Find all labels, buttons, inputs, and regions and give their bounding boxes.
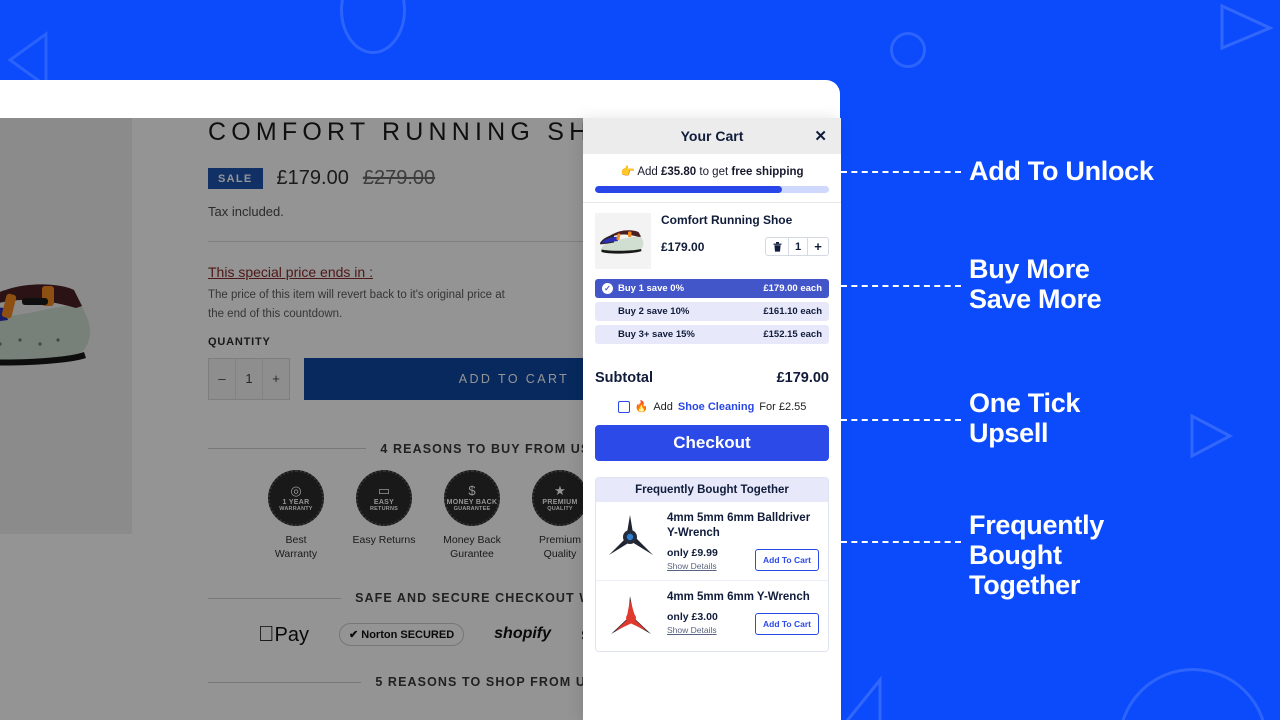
- annotation-line: Bought: [969, 540, 1062, 571]
- check-icon: ✓: [602, 283, 613, 294]
- cart-quantity-plus-button[interactable]: +: [808, 238, 828, 255]
- tier-label: Buy 2 save 10%: [618, 306, 690, 317]
- shipping-amount: £35.80: [661, 166, 697, 178]
- decor-triangle-middle-right: [1190, 413, 1234, 459]
- promo-banner-stage: COMFORT RUNNING SHOE SALE £179.00 £279.0…: [0, 0, 1280, 720]
- fbt-item-thumbnail[interactable]: [603, 590, 659, 642]
- cart-item-thumbnail[interactable]: [595, 213, 651, 269]
- annotation-frequently-bought-together: Frequently Bought Together: [969, 510, 1104, 601]
- annotation-connector-4: [841, 541, 961, 543]
- balldriver-wrench-icon: [609, 515, 653, 555]
- free-shipping-bar: 👉 Add £35.80 to get free shipping: [583, 154, 841, 202]
- annotation-line: Frequently: [969, 510, 1105, 540]
- fbt-add-to-cart-button[interactable]: Add To Cart: [754, 548, 819, 571]
- tier-each-price: £179.00 each: [763, 283, 822, 294]
- fbt-item: 4mm 5mm 6mm Y-Wrench only £3.00 Show Det…: [596, 579, 828, 651]
- tier-row[interactable]: ✓ Buy 1 save 0% £179.00 each: [595, 279, 829, 298]
- upsell-prefix: Add: [653, 400, 673, 413]
- fbt-item-title: 4mm 5mm 6mm Y-Wrench: [667, 590, 810, 603]
- fbt-item-price: only £9.99: [667, 546, 718, 559]
- tier-label: Buy 3+ save 15%: [618, 329, 695, 340]
- annotation-line: Upsell: [969, 418, 1049, 449]
- cart-quantity-stepper[interactable]: 1 +: [765, 237, 829, 256]
- shipping-progress-track: [595, 186, 829, 193]
- tier-each-price: £161.10 each: [763, 306, 822, 317]
- volume-discount-tiers: ✓ Buy 1 save 0% £179.00 each Buy 2 save …: [583, 275, 841, 344]
- fbt-item: 4mm 5mm 6mm Balldriver Y-Wrench only £9.…: [596, 502, 828, 580]
- trash-icon-svg: [773, 241, 781, 252]
- annotation-line: One Tick: [969, 388, 1081, 418]
- free-shipping-text: 👉 Add £35.80 to get free shipping: [595, 164, 829, 178]
- tier-row[interactable]: Buy 3+ save 15% £152.15 each: [595, 325, 829, 344]
- subtotal-value: £179.00: [776, 370, 829, 386]
- y-wrench-icon: [611, 595, 651, 634]
- fire-icon: 🔥: [634, 401, 649, 413]
- upsell-suffix: For £2.55: [759, 400, 807, 413]
- decor-triangle-bottom-left: [845, 676, 882, 720]
- annotation-add-to-unlock: Add To Unlock: [969, 156, 1154, 186]
- decor-circle-top: [890, 32, 926, 68]
- annotation-line: Together: [969, 570, 1081, 601]
- frequently-bought-together: Frequently Bought Together 4mm 5mm 6mm B…: [595, 477, 829, 652]
- cart-item-price: £179.00: [661, 239, 705, 254]
- checkout-button[interactable]: Checkout: [595, 425, 829, 461]
- cart-line-item: Comfort Running Shoe £179.00 1 +: [583, 203, 841, 275]
- cart-item-quantity[interactable]: 1: [788, 238, 808, 255]
- annotation-connector-3: [841, 419, 961, 421]
- tier-label: Buy 1 save 0%: [618, 283, 685, 294]
- subtotal-row: Subtotal £179.00: [583, 370, 841, 386]
- subtotal-label: Subtotal: [595, 370, 653, 386]
- cart-drawer: Your Cart ✕ 👉 Add £35.80 to get free shi…: [583, 118, 841, 720]
- upsell-row[interactable]: 🔥 Add Shoe Cleaning For £2.55: [583, 400, 841, 413]
- cart-item-title: Comfort Running Shoe: [661, 213, 793, 227]
- annotation-line: Add To Unlock: [969, 156, 1154, 186]
- annotation-line: Save More: [969, 284, 1102, 315]
- annotation-connector-1: [841, 171, 961, 173]
- upsell-checkbox[interactable]: [617, 400, 630, 413]
- fbt-show-details-link[interactable]: Show Details: [667, 625, 718, 635]
- fbt-heading: Frequently Bought Together: [596, 478, 828, 502]
- annotation-buy-more-save-more: Buy More Save More: [969, 254, 1102, 315]
- decor-circle-behind-window: [340, 0, 406, 54]
- shipping-middle: to get: [696, 166, 732, 178]
- decor-circle-bottom-right: [1118, 668, 1268, 720]
- trash-icon[interactable]: [766, 238, 788, 255]
- tier-row[interactable]: Buy 2 save 10% £161.10 each: [595, 302, 829, 321]
- shoe-thumbnail-image: [600, 230, 644, 254]
- annotation-one-tick-upsell: One Tick Upsell: [969, 388, 1080, 448]
- cart-title: Your Cart: [680, 128, 744, 144]
- annotation-connector-2: [841, 285, 961, 287]
- close-icon[interactable]: ✕: [814, 127, 827, 145]
- shipping-prefix: Add: [637, 166, 661, 178]
- fbt-item-thumbnail[interactable]: [603, 511, 659, 563]
- tier-each-price: £152.15 each: [763, 329, 822, 340]
- fbt-item-price: only £3.00: [667, 610, 718, 623]
- shipping-progress-fill: [595, 186, 783, 193]
- cart-header: Your Cart ✕: [583, 118, 841, 154]
- annotation-line: Buy More: [969, 254, 1090, 284]
- pointing-hand-icon: 👉: [620, 166, 635, 178]
- decor-triangle-top-right: [1220, 3, 1274, 51]
- fbt-add-to-cart-button[interactable]: Add To Cart: [754, 612, 819, 635]
- shipping-goal: free shipping: [731, 166, 804, 178]
- upsell-link[interactable]: Shoe Cleaning: [678, 401, 754, 413]
- fbt-item-title: 4mm 5mm 6mm Balldriver Y-Wrench: [667, 512, 811, 539]
- fbt-show-details-link[interactable]: Show Details: [667, 561, 718, 571]
